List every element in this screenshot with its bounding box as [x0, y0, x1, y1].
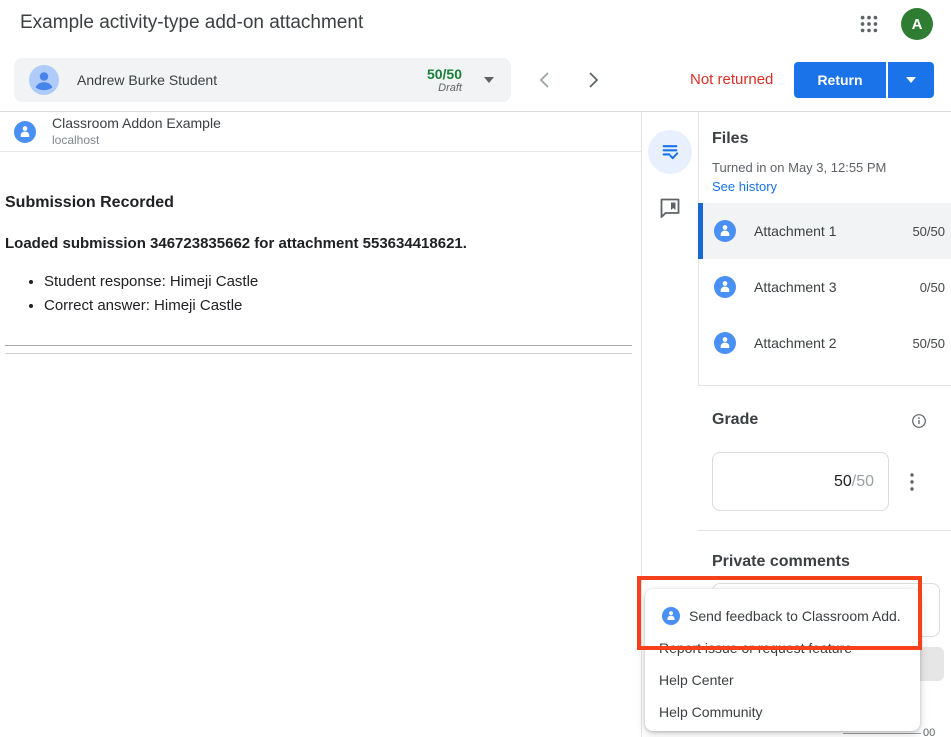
- student-score: 50/50: [427, 66, 462, 82]
- menu-item-help-center[interactable]: Help Center: [645, 664, 920, 696]
- addon-logo-icon: [14, 121, 36, 143]
- addon-logo-icon: [714, 276, 736, 298]
- student-selector[interactable]: Andrew Burke Student 50/50 Draft: [14, 58, 511, 102]
- help-popup-menu: Send feedback to Classroom Add. Report i…: [645, 589, 920, 731]
- private-comments-title: Private comments: [712, 553, 850, 571]
- comment-bank-tab-button[interactable]: [658, 196, 682, 220]
- page-title: Example activity-type add-on attachment: [20, 12, 363, 34]
- student-dropdown-caret-icon[interactable]: [484, 77, 494, 83]
- previous-student-button[interactable]: [533, 68, 557, 92]
- status-badge: Not returned: [690, 71, 773, 88]
- menu-item-label: Help Community: [659, 704, 762, 720]
- return-caret-icon: [906, 77, 916, 83]
- menu-item-label: Report issue or request feature: [659, 640, 852, 656]
- list-item: Student response: Himeji Castle: [44, 270, 641, 294]
- menu-item-label: Help Center: [659, 672, 734, 688]
- addon-host: localhost: [52, 133, 221, 148]
- attachment-score: 50/50: [912, 336, 945, 351]
- next-student-button[interactable]: [581, 68, 605, 92]
- attachment-row[interactable]: Attachment 2 50/50: [698, 315, 951, 371]
- student-score-block: 50/50 Draft: [427, 66, 462, 95]
- grading-tab-button[interactable]: [648, 130, 692, 174]
- addon-logo-icon: [714, 220, 736, 242]
- draft-label: Draft: [427, 82, 462, 95]
- content-divider: [5, 345, 632, 346]
- attachment-label: Attachment 1: [754, 223, 837, 239]
- grade-input[interactable]: 50/50: [712, 452, 889, 511]
- menu-item-send-feedback[interactable]: Send feedback to Classroom Add.: [645, 600, 920, 632]
- grade-section-title: Grade: [712, 411, 758, 429]
- addon-header: Classroom Addon Example localhost: [0, 112, 641, 152]
- section-divider: [698, 385, 951, 386]
- student-avatar-icon: [29, 65, 59, 95]
- attachment-label: Attachment 3: [754, 279, 837, 295]
- menu-item-report-issue[interactable]: Report issue or request feature: [645, 632, 920, 664]
- grade-more-options-icon[interactable]: [905, 470, 919, 494]
- student-name: Andrew Burke Student: [77, 72, 217, 88]
- info-icon[interactable]: [910, 412, 928, 430]
- grade-denominator: /50: [852, 473, 874, 490]
- section-divider: [698, 530, 951, 531]
- app-window: Example activity-type add-on attachment …: [0, 0, 951, 737]
- grading-icon: [659, 141, 681, 163]
- submission-heading: Submission Recorded: [5, 194, 641, 212]
- attachment-label: Attachment 2: [754, 335, 837, 351]
- list-item: Correct answer: Himeji Castle: [44, 294, 641, 318]
- attachment-row[interactable]: Attachment 1 50/50: [698, 203, 951, 259]
- grade-value: 50: [834, 473, 852, 490]
- submission-detail-list: Student response: Himeji Castle Correct …: [5, 270, 641, 318]
- return-dropdown-button[interactable]: [888, 62, 934, 98]
- addon-logo-icon: [662, 607, 680, 625]
- addon-logo-icon: [714, 332, 736, 354]
- apps-grid-icon[interactable]: [858, 13, 880, 35]
- addon-name: Classroom Addon Example: [52, 115, 221, 133]
- attachment-score: 0/50: [920, 280, 945, 295]
- files-section-title: Files: [712, 130, 748, 148]
- attachment-score: 50/50: [912, 224, 945, 239]
- menu-item-help-community[interactable]: Help Community: [645, 696, 920, 728]
- see-history-link[interactable]: See history: [712, 179, 777, 194]
- content-divider: [5, 353, 632, 354]
- comment-bank-icon: [658, 196, 682, 220]
- submission-loaded-line: Loaded submission 346723835662 for attac…: [5, 235, 641, 252]
- avatar-letter: A: [912, 16, 923, 33]
- return-button[interactable]: Return: [794, 62, 886, 98]
- attachment-row[interactable]: Attachment 3 0/50: [698, 259, 951, 315]
- return-button-group: Return: [794, 62, 934, 98]
- account-avatar[interactable]: A: [901, 8, 933, 40]
- strike-line: [843, 733, 921, 734]
- addon-content-frame: Submission Recorded Loaded submission 34…: [0, 152, 641, 737]
- attachment-list: Attachment 1 50/50 Attachment 3 0/50 Att…: [698, 203, 951, 371]
- turned-in-status: Turned in on May 3, 12:55 PM: [712, 160, 886, 175]
- menu-item-label: Send feedback to Classroom Add.: [689, 608, 901, 624]
